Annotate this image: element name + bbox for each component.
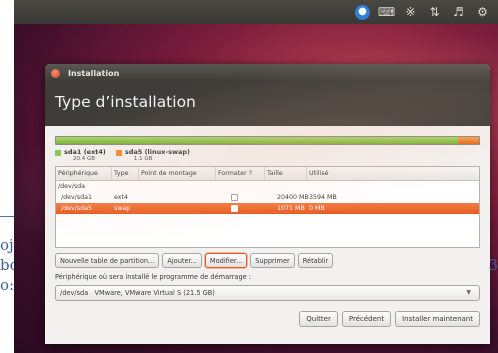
legend-item-sda5: sda5 (linux-swap) 1.1 GB	[115, 148, 191, 162]
cell-size: 20400 MB	[277, 194, 309, 201]
cell-size: 1071 MB	[277, 205, 305, 212]
table-row[interactable]: /dev/sda	[56, 181, 479, 192]
keyboard-icon[interactable]: ⌨	[378, 5, 395, 20]
install-now-button[interactable]: Installer maintenant	[395, 311, 480, 327]
cell-format	[216, 192, 265, 203]
cell-type	[112, 181, 139, 192]
close-icon[interactable]	[51, 68, 60, 78]
volume-icon[interactable]: ♬	[451, 5, 466, 20]
add-button[interactable]: Ajouter...	[162, 253, 202, 268]
bootloader-select[interactable]: /dev/sda VMware, VMware Virtual S (21.5 …	[55, 285, 480, 301]
delete-button[interactable]: Supprimer	[250, 253, 295, 268]
partition-actions: Nouvelle table de partition... Ajouter..…	[55, 253, 480, 268]
legend-size: 1.1 GB	[133, 156, 153, 162]
footer-buttons: Quitter Précédent Installer maintenant	[55, 311, 480, 327]
accessibility-icon[interactable]: ●	[355, 4, 370, 20]
bootloader-selected-value: /dev/sda VMware, VMware Virtual S (21.5 …	[60, 289, 215, 297]
network-icon[interactable]: ⇅	[427, 5, 442, 20]
bootloader-label: Périphérique où sera installé le program…	[55, 273, 252, 281]
background-doc-text: 3	[488, 256, 498, 274]
top-panel: ● ⌨ ※ ⇅ ♬ ⚙	[14, 0, 498, 24]
legend-swatch-ext4	[55, 150, 61, 156]
partition-bar-ext4	[56, 137, 458, 144]
background-doc-text: oj	[0, 236, 14, 254]
cell-type: swap	[114, 205, 131, 212]
partition-table: Périphérique Type Point de montage Forma…	[55, 166, 480, 248]
installer-window: Installation Type d’installation sda1 (e…	[45, 64, 490, 344]
back-button[interactable]: Précédent	[341, 311, 392, 327]
column-header-used[interactable]: Utilisé	[307, 167, 479, 180]
format-checkbox[interactable]	[231, 205, 238, 212]
cell-device: /dev/sda1	[61, 194, 92, 201]
window-titlebar[interactable]: Installation	[45, 64, 490, 82]
cell-used: 0 MB	[309, 205, 325, 212]
column-header-size[interactable]: Taille	[265, 167, 307, 180]
chevron-down-icon: ▼	[466, 289, 471, 296]
desktop: ● ⌨ ※ ⇅ ♬ ⚙ Installation Type d’installa…	[14, 0, 498, 353]
cell-device: /dev/sda	[58, 183, 85, 190]
new-partition-table-button[interactable]: Nouvelle table de partition...	[55, 253, 160, 268]
cell-mount	[139, 192, 216, 203]
column-header-device[interactable]: Périphérique	[56, 167, 112, 180]
column-header-mount[interactable]: Point de montage	[139, 167, 216, 180]
legend-size: 20.4 GB	[73, 156, 96, 162]
window-title: Installation	[68, 68, 120, 78]
legend-item-sda1: sda1 (ext4) 20.4 GB	[55, 148, 106, 162]
cell-size	[265, 181, 307, 192]
legend-name: sda5 (linux-swap)	[124, 148, 191, 156]
cell-mount	[139, 181, 216, 192]
format-checkbox[interactable]	[231, 194, 238, 201]
partition-bar-swap	[457, 137, 479, 144]
column-header-format[interactable]: Formater ?	[216, 167, 265, 180]
cell-used	[307, 181, 479, 192]
cell-type: ext4	[114, 194, 128, 201]
table-row[interactable]: /dev/sda1 ext4 20400 MB 3594 MB	[56, 192, 479, 203]
column-header-type[interactable]: Type	[112, 167, 139, 180]
legend-name: sda1 (ext4)	[64, 148, 106, 156]
legend-swatch-swap	[115, 150, 122, 156]
partition-bar	[55, 136, 480, 145]
table-header: Périphérique Type Point de montage Forma…	[56, 167, 479, 181]
partition-legend: sda1 (ext4) 20.4 GB sda5 (linux-swap) 1.…	[55, 148, 480, 162]
gear-icon[interactable]: ⚙	[475, 5, 490, 20]
table-row-selected[interactable]: /dev/sda5 swap 1071 MB 0 MB	[56, 203, 479, 214]
revert-button[interactable]: Rétablir	[297, 253, 334, 268]
cell-mount	[139, 203, 216, 214]
bluetooth-icon[interactable]: ※	[403, 5, 418, 20]
cell-device: /dev/sda5	[61, 205, 92, 212]
modify-button[interactable]: Modifier...	[204, 253, 248, 268]
background-doc-text: o:	[0, 276, 15, 294]
page-title: Type d’installation	[45, 82, 490, 126]
cell-format	[216, 203, 265, 214]
quit-button[interactable]: Quitter	[299, 311, 338, 327]
cell-used: 3594 MB	[309, 194, 337, 201]
cell-format	[216, 181, 265, 192]
